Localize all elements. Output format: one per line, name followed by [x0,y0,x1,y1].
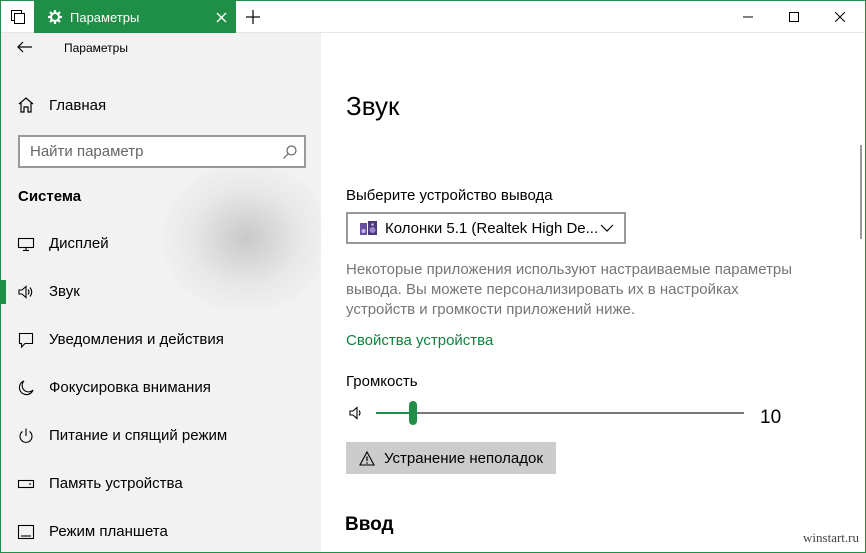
sidebar-item-label: Режим планшета [49,523,168,540]
output-device-dropdown[interactable]: Колонки 5.1 (Realtek High De... [346,212,626,244]
tab-title: Параметры [70,9,140,25]
sidebar-item-label: Питание и спящий режим [49,427,228,444]
sidebar: Параметры Главная Система [1,33,321,552]
new-tab-button[interactable] [238,1,268,33]
sidebar-item-label: Звук [49,283,80,300]
speaker-icon [17,283,35,301]
tab-sets-button[interactable] [1,1,34,33]
tab-settings[interactable]: Параметры [34,1,236,33]
moon-icon [17,379,35,397]
slider-fill [376,412,413,414]
section-title: Система [18,188,82,205]
sidebar-item-storage[interactable]: Память устройства [1,464,321,504]
slider-thumb[interactable] [409,401,417,425]
close-icon [835,12,845,22]
search-icon[interactable] [282,144,298,160]
slider-track [376,412,744,414]
close-window-button[interactable] [817,1,863,33]
sidebar-item-label: Дисплей [49,235,109,252]
main-content: Звук Выберите устройство вывода Колонки … [321,33,865,552]
minimize-icon [743,16,753,18]
tab-close-button[interactable] [206,1,236,33]
sidebar-item-label: Память устройства [49,475,183,492]
output-device-label: Выберите устройство вывода [346,187,553,204]
power-icon [17,427,35,445]
output-info-text: Некоторые приложения используют настраив… [346,260,806,320]
back-row: Параметры [1,33,321,63]
page-title: Звук [346,91,400,121]
warning-icon [359,450,377,466]
sidebar-item-home[interactable]: Главная [1,89,321,121]
volume-slider[interactable] [376,401,744,427]
gear-icon [40,10,70,24]
sidebar-item-power[interactable]: Питание и спящий режим [1,416,321,456]
close-icon [216,12,226,22]
minimize-button[interactable] [725,1,771,33]
maximize-button[interactable] [771,1,817,33]
output-device-value: Колонки 5.1 (Realtek High De... [385,219,597,237]
sidebar-item-label: Фокусировка внимания [49,379,211,396]
sidebar-item-tablet[interactable]: Режим планшета [1,512,321,552]
audio-device-icon [359,219,379,237]
troubleshoot-label: Устранение неполадок [384,449,543,467]
settings-window: Параметры Параметры Главная Найти параме… [0,0,866,553]
sidebar-item-label: Главная [49,96,107,114]
sidebar-item-label: Уведомления и действия [49,331,224,348]
scrollbar[interactable] [860,145,862,239]
device-properties-link[interactable]: Свойства устройства [346,332,493,349]
sidebar-item-notifications[interactable]: Уведомления и действия [1,320,321,360]
sidebar-item-sound[interactable]: Звук [1,272,321,312]
back-title: Параметры [64,41,128,55]
search-input[interactable] [20,137,272,166]
monitor-icon [17,235,35,253]
input-section-heading: Ввод [345,514,394,535]
troubleshoot-button[interactable]: Устранение неполадок [346,442,556,474]
home-icon [17,96,35,114]
info-line: устройств и громкости приложений ниже. [346,301,636,318]
sidebar-item-focus[interactable]: Фокусировка внимания [1,368,321,408]
back-arrow-icon[interactable] [15,39,35,55]
notification-icon [17,331,35,349]
title-bar: Параметры [1,1,865,33]
watermark: winstart.ru [803,530,859,545]
plus-icon [246,10,260,24]
volume-label: Громкость [346,373,418,390]
search-box[interactable] [18,135,306,168]
volume-icon[interactable] [349,405,365,421]
tablet-icon [17,523,35,541]
volume-value: 10 [760,407,782,428]
chevron-down-icon [600,224,614,232]
storage-icon [17,475,35,493]
info-line: вывода. Вы можете персонализировать их в… [346,281,739,298]
sidebar-item-display[interactable]: Дисплей [1,224,321,264]
info-line: Некоторые приложения используют настраив… [346,261,793,278]
maximize-icon [789,12,799,22]
tabs-icon [10,10,25,24]
